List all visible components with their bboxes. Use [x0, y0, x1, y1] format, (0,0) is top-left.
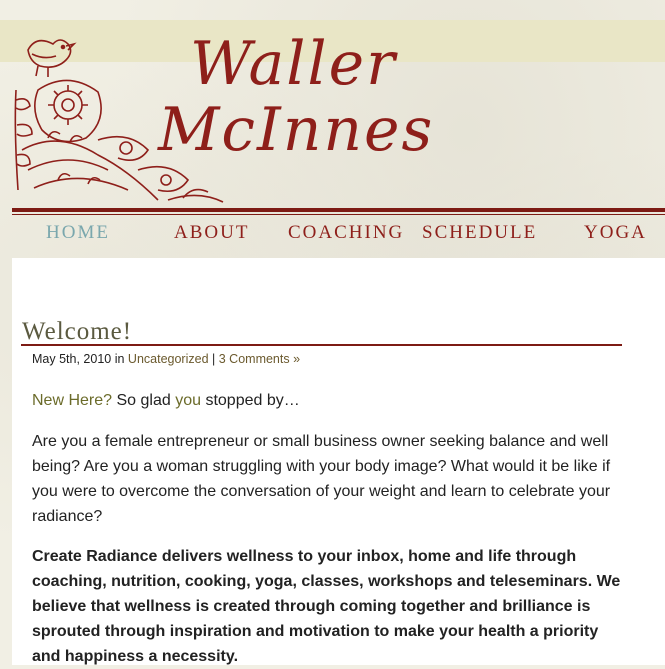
- meta-separator: |: [212, 352, 216, 366]
- intro-text-2: stopped by…: [205, 392, 300, 409]
- intro-you: you: [175, 392, 201, 409]
- nav-item-about[interactable]: ABOUT: [174, 222, 249, 244]
- intro-paragraph: New Here? So glad you stopped by…: [32, 388, 622, 413]
- new-here-link[interactable]: New Here?: [32, 392, 112, 409]
- site-title-line1: Waller: [190, 29, 397, 99]
- nav-item-coaching[interactable]: COACHING: [288, 222, 404, 244]
- site-title-line2: McInnes: [158, 95, 435, 165]
- header-divider-thin: [12, 214, 665, 215]
- title-divider: [21, 344, 622, 346]
- header-divider: [12, 208, 665, 212]
- body-paragraph-2: Create Radiance delivers wellness to you…: [32, 548, 621, 665]
- category-link[interactable]: Uncategorized: [128, 352, 209, 366]
- nav-item-yoga[interactable]: YOGA: [584, 222, 647, 244]
- post-in-label: in: [114, 352, 125, 366]
- comments-link[interactable]: 3 Comments »: [219, 352, 300, 366]
- nav-item-home[interactable]: HOME: [46, 222, 110, 244]
- main-nav: HOME ABOUT COACHING SCHEDULE YOGA: [0, 222, 665, 248]
- content-area: Welcome! May 5th, 2010 in Uncategorized …: [12, 258, 665, 665]
- nav-item-schedule[interactable]: SCHEDULE: [422, 222, 537, 244]
- post-title[interactable]: Welcome!: [22, 318, 132, 346]
- post-date: May 5th, 2010: [32, 352, 112, 366]
- body-paragraph-1: Are you a female entrepreneur or small b…: [32, 433, 611, 525]
- intro-text-1: So glad: [116, 392, 171, 409]
- post-meta: May 5th, 2010 in Uncategorized | 3 Comme…: [32, 352, 300, 366]
